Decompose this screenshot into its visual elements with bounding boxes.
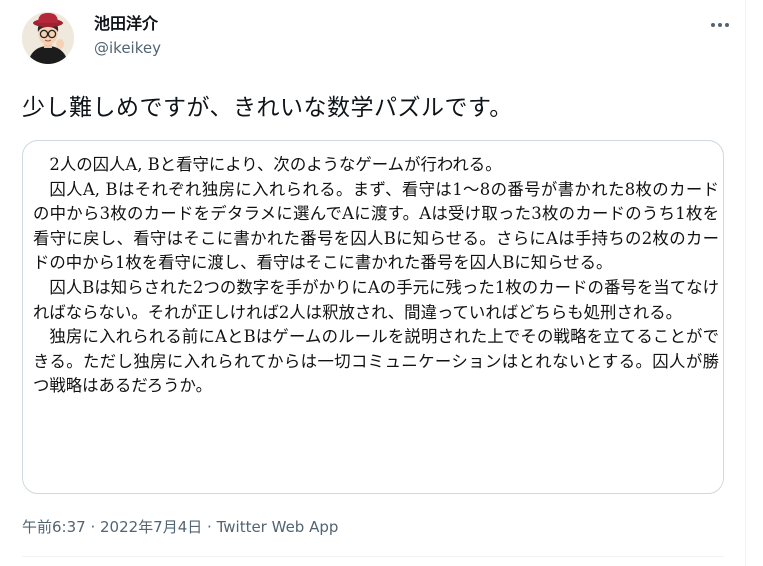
column-border (745, 0, 746, 566)
tweet-source[interactable]: Twitter Web App (217, 518, 339, 536)
display-name[interactable]: 池田洋介 (94, 14, 161, 34)
tweet-card: 池田洋介 @ikeikey 少し難しめですが、きれいな数学パズルです。 2人の囚… (0, 0, 745, 566)
tweet-metadata: 午前6:37 · 2022年7月4日 · Twitter Web App (22, 517, 338, 537)
user-handle[interactable]: @ikeikey (94, 38, 161, 58)
problem-paragraph: 囚人A, Bはそれぞれ独房に入れられる。まず、看守は1〜8の番号が書かれた8枚の… (33, 179, 719, 273)
tweet-date[interactable]: 2022年7月4日 (100, 518, 202, 536)
problem-paragraph: 2人の囚人A, Bと看守により、次のようなゲームが行われる。 (49, 155, 502, 174)
problem-paragraph: 独房に入れられる前にAとBはゲームのルールを説明された上でその戦略を立てることが… (33, 327, 719, 396)
tweet-header: 池田洋介 @ikeikey (22, 12, 732, 72)
problem-paragraph: 囚人Bは知らされた2つの数字を手がかりにAの手元に残った1枚のカードの番号を当て… (33, 277, 719, 322)
tweet-time[interactable]: 午前6:37 (22, 518, 86, 536)
tweet-text: 少し難しめですが、きれいな数学パズルです。 (22, 95, 513, 121)
tweet-image[interactable]: 2人の囚人A, Bと看守により、次のようなゲームが行われる。 囚人A, Bはそれ… (22, 140, 724, 494)
problem-text: 2人の囚人A, Bと看守により、次のようなゲームが行われる。 囚人A, Bはそれ… (33, 153, 719, 399)
divider (22, 556, 724, 557)
avatar-illustration-icon (22, 12, 74, 64)
more-options-button[interactable] (708, 16, 732, 34)
meta-separator: · (202, 518, 217, 536)
more-horizontal-icon (711, 23, 729, 27)
author-info: 池田洋介 @ikeikey (94, 14, 161, 58)
avatar[interactable] (22, 12, 74, 64)
meta-separator: · (85, 518, 100, 536)
